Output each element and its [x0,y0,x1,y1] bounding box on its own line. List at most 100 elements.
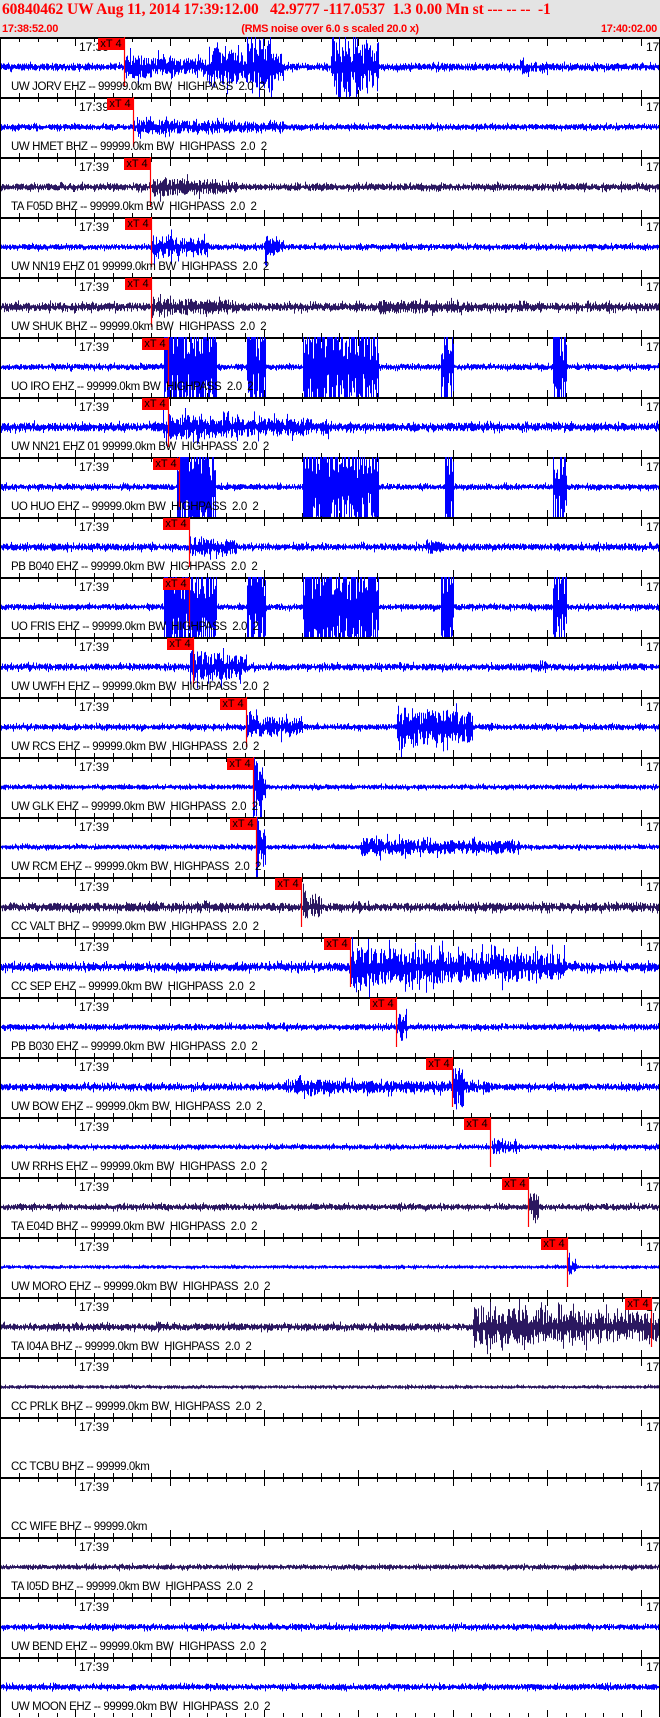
pick-marker: xT 4 [163,518,189,530]
minute-label: 17:39 [79,280,110,294]
minute-label: 17:39 [79,880,110,894]
minute-label: 17:39 [79,640,110,654]
minute-label: 17:39 [79,460,110,474]
minute-label-right: 17 [646,1480,660,1494]
station-label: UW MOON EHZ -- 99999.0km BW HIGHPASS 2.0… [11,1701,271,1713]
minute-label-right: 17 [646,1420,660,1434]
station-panel: 17:39 17 CC VALT BHZ -- 99999.0km BW HIGHP… [0,877,660,937]
minute-label-right: 17 [646,1660,660,1674]
pick-marker: xT 4 [220,698,246,710]
station-label: PB B040 EHZ -- 99999.0km BW HIGHPASS 2.0… [11,561,258,573]
station-panel: 17:39 17 UW NN21 EHZ 01 99999.0km BW HIGHP… [0,397,660,457]
station-label: UW SHUK BHZ -- 99999.0km BW HIGHPASS 2.0… [11,321,267,333]
minute-label: 17:39 [79,1480,110,1494]
station-label: TA I05D BHZ -- 99999.0km BW HIGHPASS 2.0… [11,1581,253,1593]
station-panel: 17:39 17 UW RRHS EHZ -- 99999.0km BW HIGHP… [0,1117,660,1177]
minute-label-right: 17 [646,1240,660,1254]
minute-label-right: 17 [646,580,660,594]
minute-label: 17:39 [79,940,110,954]
minute-label: 17:39 [79,1240,110,1254]
minute-label-right: 17 [646,1060,660,1074]
waveform-trace [1,294,659,318]
minute-label-right: 17 [646,160,660,174]
event-header: 60840462 UW Aug 11, 2014 17:39:12.00 42.… [0,0,660,37]
minute-label: 17:39 [79,820,110,834]
station-panel: 17:39 17 TA E04D BHZ -- 99999.0km BW HIGHP… [0,1177,660,1237]
pick-marker: xT 4 [167,638,193,650]
station-label: CC SEP EHZ -- 99999.0km BW HIGHPASS 2.0 … [11,981,256,993]
pick-marker: xT 4 [275,878,301,890]
minute-label: 17:39 [79,1600,110,1614]
station-panel: 17:39 17 CC WIFE BHZ -- 99999.0km [0,1477,660,1537]
minute-label: 17:39 [79,1540,110,1554]
minute-label-right: 17 [646,820,660,834]
station-panel: 17:39 17 UW JORV EHZ -- 99999.0km BW HIGHP… [0,37,660,97]
station-panel: 17:39 17 CC TCBU BHZ -- 99999.0km [0,1417,660,1477]
pick-marker: xT 4 [98,38,124,50]
station-panel: 17:39 17 CC SEP EHZ -- 99999.0km BW HIGHPA… [0,937,660,997]
pick-marker: xT 4 [426,1058,452,1070]
minute-label: 17:39 [79,1420,110,1434]
minute-label-right: 17 [646,460,660,474]
end-time: 17:40:02.00 [600,23,657,35]
station-panel: 17:39 17 TA I05D BHZ -- 99999.0km BW HIGHP… [0,1537,660,1597]
pick-marker: xT 4 [107,98,133,110]
minute-label-right: 17 [646,280,660,294]
waveform-trace [1,1138,659,1155]
pick-marker: xT 4 [125,218,151,230]
pick-marker: xT 4 [124,158,150,170]
station-label: UW RCM EHZ -- 99999.0km BW HIGHPASS 2.0 … [11,861,261,873]
pick-marker: xT 4 [227,758,253,770]
station-panel: 17:39 17 UW BOW EHZ -- 99999.0km BW HIGHPA… [0,1057,660,1117]
waveform-trace [1,1622,659,1632]
minute-label: 17:39 [79,340,110,354]
station-panel: 17:39 17 TA I04A BHZ -- 99999.0km BW HIGHP… [0,1297,660,1357]
pick-marker: xT 4 [502,1178,528,1190]
pick-marker: xT 4 [464,1118,490,1130]
station-panel: 17:39 17 UW MORO EHZ -- 99999.0km BW HIGHP… [0,1237,660,1297]
station-label: TA E04D BHZ -- 99999.0km BW HIGHPASS 2.0… [11,1221,258,1233]
pick-marker: xT 4 [163,578,189,590]
minute-label-right: 17 [646,1000,660,1014]
minute-label-right: 17 [646,340,660,354]
station-panel: 17:39 17 UW RCM EHZ -- 99999.0km BW HIGHPA… [0,817,660,877]
station-label: UW RRHS EHZ -- 99999.0km BW HIGHPASS 2.0… [11,1161,267,1173]
minute-label-right: 17 [646,940,660,954]
minute-label-right: 17 [646,100,660,114]
station-panel: 17:39 17 PB B030 EHZ -- 99999.0km BW HIGHP… [0,997,660,1057]
waveform-trace [1,1562,659,1572]
station-label: UW MORO EHZ -- 99999.0km BW HIGHPASS 2.0… [11,1281,271,1293]
station-label: UO HUO EHZ -- 99999.0km BW HIGHPASS 2.0 … [11,501,259,513]
pick-marker: xT 4 [153,458,179,470]
minute-label: 17:39 [79,1000,110,1014]
pick-marker: xT 4 [142,338,168,350]
minute-label: 17:39 [79,1180,110,1194]
station-label: UW HMET BHZ -- 99999.0km BW HIGHPASS 2.0… [11,141,267,153]
waveform-trace [1,174,659,202]
waveform-trace [1,1384,659,1390]
waveform-trace [1,1682,659,1692]
minute-label: 17:39 [79,400,110,414]
minute-label-right: 17 [646,1120,660,1134]
pick-marker: xT 4 [541,1238,567,1250]
waveform-trace [1,1193,659,1224]
pick-marker: xT 4 [625,1298,651,1310]
minute-label: 17:39 [79,1060,110,1074]
minute-label-right: 17 [646,520,660,534]
station-label: UO FRIS EHZ -- 99999.0km BW HIGHPASS 2.0… [11,621,259,633]
minute-label: 17:39 [79,1300,110,1314]
station-label: UW JORV EHZ -- 99999.0km BW HIGHPASS 2.0… [11,81,265,93]
minute-label-right: 17 [646,220,660,234]
minute-label-right: 17 [646,1600,660,1614]
station-label: TA F05D BHZ -- 99999.0km BW HIGHPASS 2.0… [11,201,257,213]
minute-label-right: 17 [646,1540,660,1554]
station-panel: 17:39 17 CC PRLK BHZ -- 99999.0km BW HIGHP… [0,1357,660,1417]
station-panel: 17:39 17 UW BEND EHZ -- 99999.0km BW HIGHP… [0,1597,660,1657]
pick-marker: xT 4 [125,278,151,290]
station-label: CC VALT BHZ -- 99999.0km BW HIGHPASS 2.0… [11,921,259,933]
event-title: 60840462 UW Aug 11, 2014 17:39:12.00 42.… [2,1,551,18]
station-label: PB B030 EHZ -- 99999.0km BW HIGHPASS 2.0… [11,1041,258,1053]
station-panel: 17:39 17 UW SHUK BHZ -- 99999.0km BW HIGHP… [0,277,660,337]
minute-label: 17:39 [79,760,110,774]
station-label: UW NN21 EHZ 01 99999.0km BW HIGHPASS 2.0… [11,441,269,453]
